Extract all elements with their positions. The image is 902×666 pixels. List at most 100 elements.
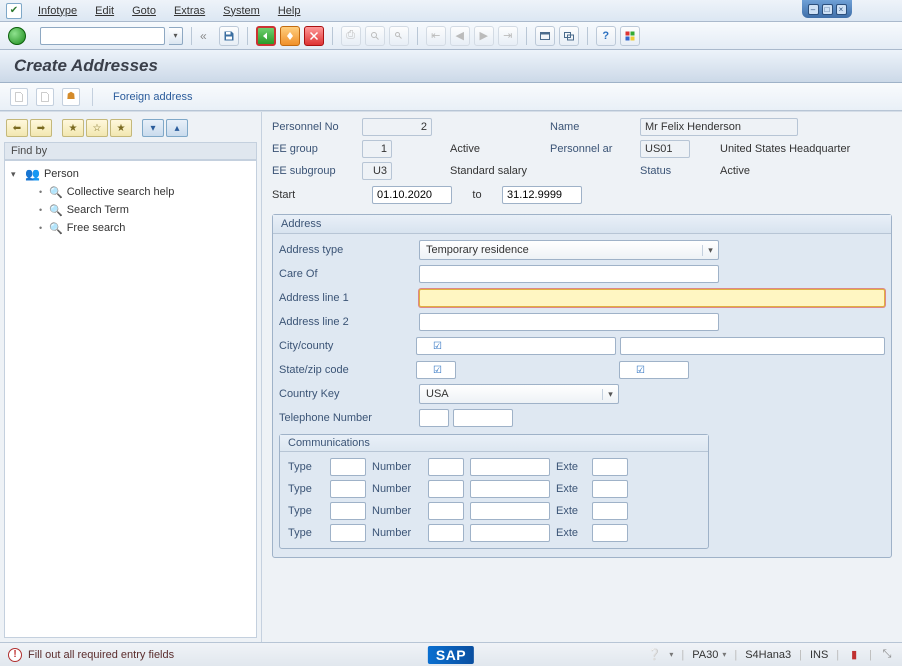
start-date-input[interactable] [372, 186, 452, 204]
fav-add[interactable]: ★ [62, 119, 84, 137]
zip-input[interactable] [619, 361, 689, 379]
comm-ext-input[interactable] [592, 480, 628, 498]
comm-num-a-input[interactable] [428, 524, 464, 542]
status-mode[interactable]: INS [810, 649, 828, 661]
signal-icon[interactable]: ▮ [847, 648, 861, 662]
collapse-all[interactable]: ▴ [166, 119, 188, 137]
warning-icon[interactable]: ❔ [647, 648, 661, 662]
comm-num-b-input[interactable] [470, 458, 550, 476]
enter-button[interactable] [8, 27, 26, 45]
back-button[interactable] [256, 26, 276, 46]
comm-ext-label: Exte [556, 461, 586, 473]
menu-help[interactable]: Help [270, 3, 309, 19]
menu-system[interactable]: System [215, 3, 268, 19]
required-mark-icon: ☑ [433, 341, 442, 352]
country-select[interactable]: USA ▾ [419, 384, 619, 404]
maximize-button[interactable]: □ [822, 4, 833, 15]
org-button[interactable]: ☗ [62, 88, 80, 106]
caret-icon: ▾ [11, 169, 21, 180]
foreign-address-link[interactable]: Foreign address [113, 91, 193, 103]
header-info: Personnel No 2 Name Mr Felix Henderson E… [272, 118, 892, 180]
comm-num-a-input[interactable] [428, 502, 464, 520]
expand-all[interactable]: ▾ [142, 119, 164, 137]
close-button[interactable]: × [836, 4, 847, 15]
comm-ext-input[interactable] [592, 458, 628, 476]
save-button[interactable] [219, 26, 239, 46]
start-label: Start [272, 189, 362, 201]
print-button[interactable]: ⎙ [341, 26, 361, 46]
fav-del[interactable]: ★ [110, 119, 132, 137]
city-input[interactable] [416, 337, 616, 355]
line1-input[interactable] [419, 289, 885, 307]
comm-num-b-input[interactable] [470, 524, 550, 542]
sap-menu-icon[interactable]: ✔ [6, 3, 22, 19]
prev-page-button[interactable]: ◀ [450, 26, 470, 46]
menu-goto[interactable]: Goto [124, 3, 164, 19]
status-tcode[interactable]: PA30 ▾ [692, 649, 726, 661]
menu-infotype[interactable]: Infotype [30, 3, 85, 19]
communications-title: Communications [280, 435, 708, 452]
county-input[interactable] [620, 337, 885, 355]
tree-item-collective[interactable]: • 🔍 Collective search help [7, 183, 254, 201]
end-date-input[interactable] [502, 186, 582, 204]
comm-num-b-input[interactable] [470, 502, 550, 520]
history-back-icon[interactable]: « [200, 29, 207, 43]
nav-forward[interactable]: ➡ [30, 119, 52, 137]
nav-back[interactable]: ⬅ [6, 119, 28, 137]
minimize-button[interactable]: – [808, 4, 819, 15]
tree: ▾ 👥 Person • 🔍 Collective search help • … [4, 160, 257, 638]
tray-icon[interactable]: ⤡ [880, 648, 894, 662]
command-field[interactable] [40, 27, 165, 45]
comm-num-a-input[interactable] [428, 458, 464, 476]
find-next-button[interactable] [389, 26, 409, 46]
tel-num-input[interactable] [453, 409, 513, 427]
last-page-button[interactable]: ⇥ [498, 26, 518, 46]
comm-row: TypeNumberExte [288, 500, 700, 522]
new-session-button[interactable] [535, 26, 555, 46]
address-type-select[interactable]: Temporary residence ▾ [419, 240, 719, 260]
cancel-button[interactable] [304, 26, 324, 46]
layout-button[interactable] [620, 26, 640, 46]
comm-ext-input[interactable] [592, 524, 628, 542]
tel-area-input[interactable] [419, 409, 449, 427]
comm-type-input[interactable] [330, 458, 366, 476]
comm-ext-input[interactable] [592, 502, 628, 520]
help-button[interactable]: ? [596, 26, 616, 46]
exit-button[interactable] [280, 26, 300, 46]
comm-type-input[interactable] [330, 480, 366, 498]
line2-input[interactable] [419, 313, 719, 331]
shortcut-button[interactable] [559, 26, 579, 46]
sap-logo: SAP [428, 646, 474, 664]
first-page-button[interactable]: ⇤ [426, 26, 446, 46]
comm-number-label: Number [372, 483, 422, 495]
ee-group-text: Active [450, 143, 550, 155]
comm-ext-label: Exte [556, 505, 586, 517]
communications-group: Communications TypeNumberExteTypeNumberE… [279, 434, 709, 549]
status-system[interactable]: S4Hana3 [745, 649, 791, 661]
comm-num-a-input[interactable] [428, 480, 464, 498]
find-button[interactable] [365, 26, 385, 46]
date-row: Start to [272, 186, 892, 204]
comm-type-input[interactable] [330, 502, 366, 520]
pers-area-text: United States Headquarter [720, 143, 890, 155]
comm-type-input[interactable] [330, 524, 366, 542]
status-right: ❔ ▾ | PA30 ▾ | S4Hana3 | INS | ▮ | ⤡ [647, 648, 894, 662]
shortcut-icon [563, 30, 575, 42]
doc-button-2[interactable] [36, 88, 54, 106]
standard-toolbar: ▾ « ⎙ ⇤ ◀ ▶ ⇥ [0, 22, 902, 50]
status-label: Status [640, 165, 720, 177]
careof-input[interactable] [419, 265, 719, 283]
menu-edit[interactable]: Edit [87, 3, 122, 19]
window-icon [539, 30, 551, 42]
tree-person[interactable]: ▾ 👥 Person [7, 165, 254, 183]
fav-star[interactable]: ☆ [86, 119, 108, 137]
command-dropdown[interactable]: ▾ [169, 27, 183, 45]
dropdown-icon: ▾ [602, 389, 618, 400]
tree-item-freesearch[interactable]: • 🔍 Free search [7, 219, 254, 237]
tree-item-searchterm[interactable]: • 🔍 Search Term [7, 201, 254, 219]
menu-extras[interactable]: Extras [166, 3, 213, 19]
doc-button-1[interactable] [10, 88, 28, 106]
page-icon [13, 91, 25, 103]
next-page-button[interactable]: ▶ [474, 26, 494, 46]
comm-num-b-input[interactable] [470, 480, 550, 498]
